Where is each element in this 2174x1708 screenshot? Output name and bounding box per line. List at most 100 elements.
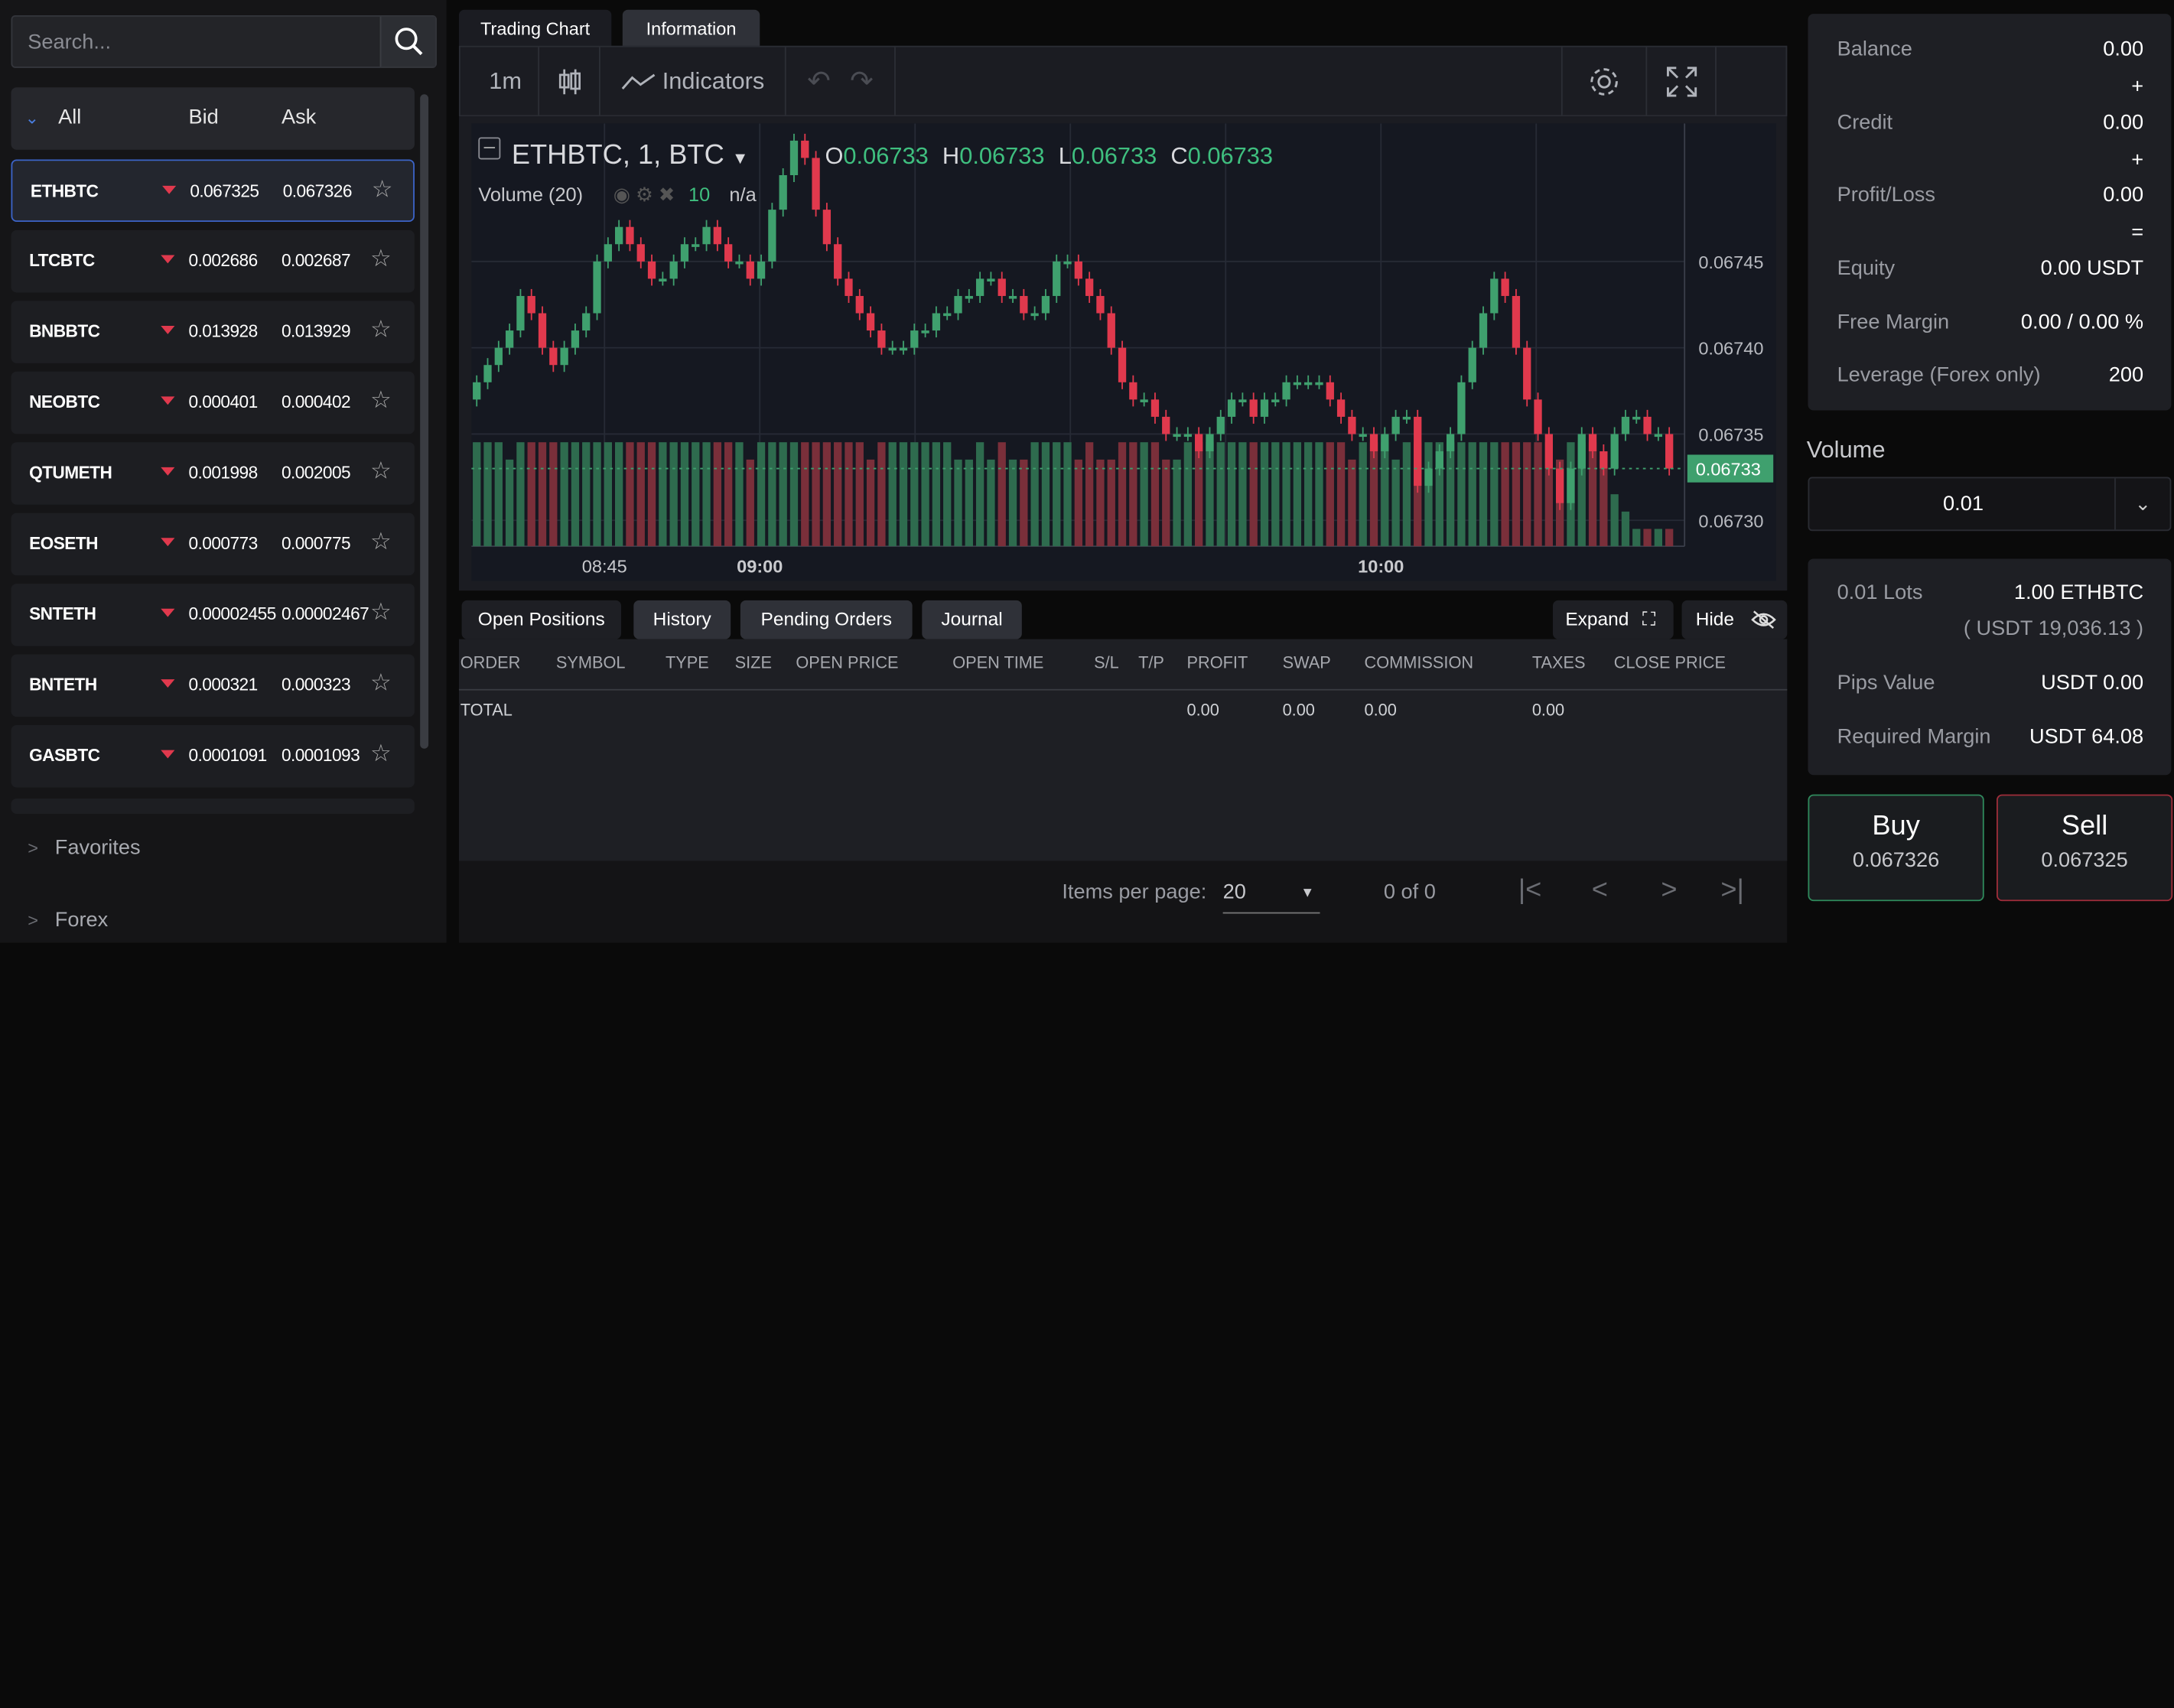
volume-legend[interactable]: Volume (20) ◉ ⚙ ✖ 10 n/a xyxy=(478,183,756,207)
gear-icon[interactable]: ⚙ xyxy=(636,183,653,205)
volume-bar xyxy=(1008,459,1017,547)
star-icon[interactable]: ☆ xyxy=(370,457,392,485)
volume-bar xyxy=(582,442,591,547)
column-header[interactable]: TYPE xyxy=(666,653,709,672)
tab-trading-chart[interactable]: Trading Chart xyxy=(458,9,612,49)
market-row[interactable]: QTUMETH 0.001998 0.002005 ☆ xyxy=(11,442,415,505)
profit-loss-label: Profit/Loss xyxy=(1837,183,1936,207)
price-chart[interactable]: 0.06745 0.06740 0.06735 0.06730 0.06733 08:45… xyxy=(471,123,1776,581)
chevron-down-icon[interactable]: ⌄ xyxy=(25,108,39,127)
group-forex[interactable]: > Forex xyxy=(28,908,108,932)
volume-bar xyxy=(1271,442,1280,547)
star-icon[interactable]: ☆ xyxy=(370,669,392,697)
fullscreen-button[interactable] xyxy=(1647,47,1717,115)
column-header[interactable]: S/L xyxy=(1094,653,1119,672)
search-input[interactable]: Search... xyxy=(28,31,111,54)
market-row[interactable]: ETHBTC 0.067325 0.067326 ☆ xyxy=(11,159,415,222)
balance-value: 0.00 xyxy=(2103,37,2144,61)
candle-body xyxy=(1020,295,1028,314)
column-header[interactable]: OPEN TIME xyxy=(952,653,1043,672)
undo-icon[interactable]: ↶ xyxy=(807,63,830,98)
y-tick-label: 0.06740 xyxy=(1698,339,1763,359)
hide-button[interactable]: Hide xyxy=(1681,600,1788,639)
candle-body xyxy=(1227,399,1236,417)
tab-open-positions[interactable]: Open Positions xyxy=(461,600,621,639)
tab-journal[interactable]: Journal xyxy=(922,600,1022,639)
market-row[interactable]: BNBBTC 0.013928 0.013929 ☆ xyxy=(11,301,415,363)
candle-body xyxy=(987,278,995,282)
group-all[interactable]: All xyxy=(58,106,81,129)
star-icon[interactable]: ☆ xyxy=(370,316,392,343)
settings-button[interactable] xyxy=(1561,47,1648,115)
column-header[interactable]: SIZE xyxy=(735,653,772,672)
market-row[interactable]: SNTETH 0.00002455 0.00002467 ☆ xyxy=(11,584,415,646)
market-symbol: ETHBTC xyxy=(30,181,99,201)
tab-pending-orders[interactable]: Pending Orders xyxy=(740,600,913,639)
market-bid: 0.001998 xyxy=(188,463,259,483)
redo-icon[interactable]: ↷ xyxy=(850,63,873,98)
star-icon[interactable]: ☆ xyxy=(370,740,392,768)
candle-body xyxy=(1402,416,1411,420)
candle-body xyxy=(943,313,952,317)
volume-bar xyxy=(1162,459,1170,547)
column-header[interactable]: ORDER xyxy=(461,653,521,672)
account-panel: Balance 0.00 + Credit 0.00 + Profit/Loss… xyxy=(1805,0,2174,943)
candle-body xyxy=(1621,416,1630,434)
candle-body xyxy=(1446,434,1455,452)
star-icon[interactable]: ☆ xyxy=(370,599,392,626)
sell-button[interactable]: Sell 0.067325 xyxy=(1997,794,2173,902)
indicators-button[interactable]: Indicators xyxy=(600,47,786,115)
interval-button[interactable]: 1m xyxy=(473,47,540,115)
column-header[interactable]: COMMISSION xyxy=(1365,653,1474,672)
candle-body xyxy=(921,330,929,333)
last-page-icon[interactable]: >| xyxy=(1720,875,1744,907)
candle-body xyxy=(1238,399,1247,402)
eye-icon[interactable]: ◉ xyxy=(613,183,630,205)
volume-bar xyxy=(571,442,580,547)
candlestick-icon xyxy=(558,68,581,94)
market-list-panel: Search... ⌄ All Bid Ask ETHBTC 0.067325 … xyxy=(0,0,447,943)
column-header[interactable]: TAXES xyxy=(1532,653,1586,672)
market-row[interactable]: NEOBTC 0.000401 0.000402 ☆ xyxy=(11,371,415,434)
column-header[interactable]: SYMBOL xyxy=(556,653,626,672)
volume-bar xyxy=(1063,442,1072,547)
market-row[interactable]: LTCBTC 0.002686 0.002687 ☆ xyxy=(11,229,415,293)
candle-body xyxy=(1053,261,1061,296)
chart-symbol-title[interactable]: ETHBTC, 1, BTC ▼ xyxy=(512,140,749,172)
first-page-icon[interactable]: |< xyxy=(1518,875,1542,907)
star-icon[interactable]: ☆ xyxy=(370,246,392,273)
star-icon[interactable]: ☆ xyxy=(372,176,393,203)
volume-bar xyxy=(801,442,809,547)
group-favorites[interactable]: > Favorites xyxy=(28,836,140,860)
volume-dropdown-button[interactable]: ⌄ xyxy=(2114,478,2170,530)
market-row-partial[interactable] xyxy=(11,799,415,814)
market-list-scrollbar[interactable] xyxy=(420,94,429,749)
candle-body xyxy=(1118,347,1127,382)
tab-history[interactable]: History xyxy=(633,600,731,639)
x-tick-label: 10:00 xyxy=(1358,557,1404,577)
column-header[interactable]: OPEN PRICE xyxy=(796,653,898,672)
close-icon[interactable]: ✖ xyxy=(659,183,675,205)
candle-body xyxy=(1643,416,1652,434)
candle-type-button[interactable] xyxy=(539,47,600,115)
star-icon[interactable]: ☆ xyxy=(370,529,392,556)
market-row[interactable]: GASBTC 0.0001091 0.0001093 ☆ xyxy=(11,724,415,788)
column-header[interactable]: CLOSE PRICE xyxy=(1614,653,1726,672)
market-row[interactable]: BNTETH 0.000321 0.000323 ☆ xyxy=(11,654,415,717)
market-row[interactable]: EOSETH 0.000773 0.000775 ☆ xyxy=(11,512,415,576)
prev-page-icon[interactable]: < xyxy=(1592,875,1608,907)
column-header[interactable]: SWAP xyxy=(1283,653,1331,672)
buy-button[interactable]: Buy 0.067326 xyxy=(1808,794,1984,902)
volume-input[interactable]: 0.01 ⌄ xyxy=(1808,477,2172,532)
search-button[interactable] xyxy=(379,16,436,67)
fullscreen-icon xyxy=(1666,66,1697,96)
expand-button[interactable]: Expand ⛶ xyxy=(1553,600,1674,639)
items-per-page-select[interactable]: 20 ▼ xyxy=(1222,877,1320,914)
tab-information[interactable]: Information xyxy=(622,9,760,49)
next-page-icon[interactable]: > xyxy=(1661,875,1677,907)
volume-label: Volume xyxy=(1806,436,1886,464)
collapse-legend-icon[interactable] xyxy=(478,137,501,160)
column-header[interactable]: T/P xyxy=(1138,653,1164,672)
column-header[interactable]: PROFIT xyxy=(1187,653,1248,672)
star-icon[interactable]: ☆ xyxy=(370,387,392,415)
